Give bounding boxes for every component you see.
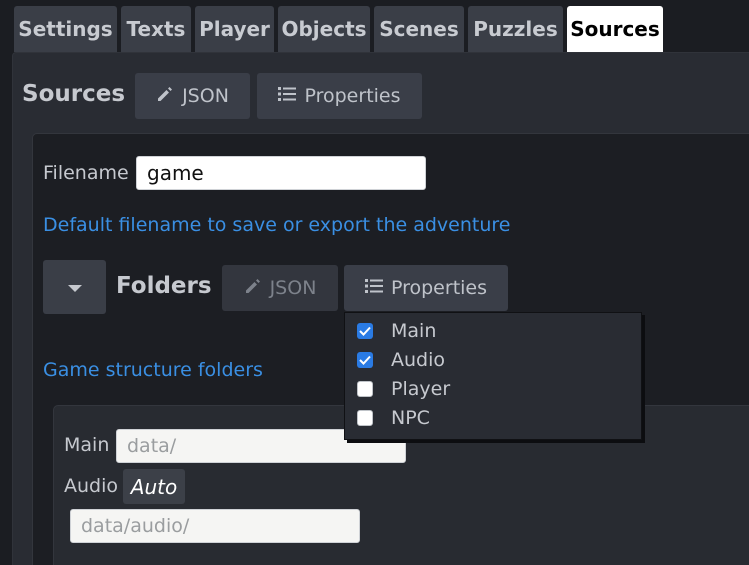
- audio-auto-toggle[interactable]: Auto: [123, 469, 185, 504]
- tab-scenes[interactable]: Scenes: [374, 6, 464, 52]
- property-option-label: Audio: [391, 349, 446, 371]
- property-option-label: NPC: [391, 407, 430, 429]
- folders-properties-label: Properties: [390, 277, 488, 299]
- filename-help-text: Default filename to save or export the a…: [43, 214, 511, 236]
- checkbox-unchecked[interactable]: [357, 410, 373, 426]
- sources-properties-label: Properties: [304, 85, 401, 107]
- audio-folder-input[interactable]: data/audio/: [70, 509, 360, 543]
- tab-bar: Settings Texts Player Objects Scenes Puz…: [0, 0, 749, 52]
- tab-objects[interactable]: Objects: [278, 6, 370, 52]
- list-icon: [278, 85, 297, 107]
- property-option-player[interactable]: Player: [357, 375, 450, 403]
- sources-title: Sources: [22, 81, 126, 107]
- folders-collapse-toggle[interactable]: [43, 260, 106, 314]
- pencil-icon: [244, 277, 262, 300]
- property-option-audio[interactable]: Audio: [357, 346, 445, 374]
- property-option-main[interactable]: Main: [357, 317, 436, 345]
- checkbox-checked[interactable]: [357, 323, 373, 339]
- caret-down-icon: [67, 278, 82, 297]
- folders-properties-button[interactable]: Properties: [344, 265, 508, 311]
- tab-settings[interactable]: Settings: [14, 6, 117, 52]
- filename-input[interactable]: game: [136, 156, 426, 190]
- list-icon: [364, 277, 383, 299]
- tab-sources[interactable]: Sources: [567, 6, 663, 52]
- tab-player[interactable]: Player: [195, 6, 274, 52]
- tab-puzzles[interactable]: Puzzles: [468, 6, 563, 52]
- folders-json-button[interactable]: JSON: [222, 265, 338, 311]
- filename-label: Filename: [43, 162, 129, 184]
- folders-help-text: Game structure folders: [43, 359, 263, 381]
- tab-texts[interactable]: Texts: [121, 6, 191, 52]
- sources-properties-button[interactable]: Properties: [257, 73, 422, 119]
- sources-json-label: JSON: [182, 85, 229, 107]
- property-option-label: Main: [391, 320, 437, 342]
- checkbox-unchecked[interactable]: [357, 381, 373, 397]
- property-option-label: Player: [391, 378, 451, 400]
- property-option-npc[interactable]: NPC: [357, 404, 430, 432]
- properties-dropdown: Main Audio Player NPC: [344, 312, 642, 440]
- pencil-icon: [156, 85, 174, 108]
- main-folder-label: Main: [64, 434, 110, 456]
- sources-json-button[interactable]: JSON: [135, 73, 250, 119]
- checkbox-checked[interactable]: [357, 352, 373, 368]
- folders-title: Folders: [116, 273, 212, 299]
- audio-folder-label: Audio: [64, 475, 119, 497]
- folders-json-label: JSON: [269, 277, 317, 299]
